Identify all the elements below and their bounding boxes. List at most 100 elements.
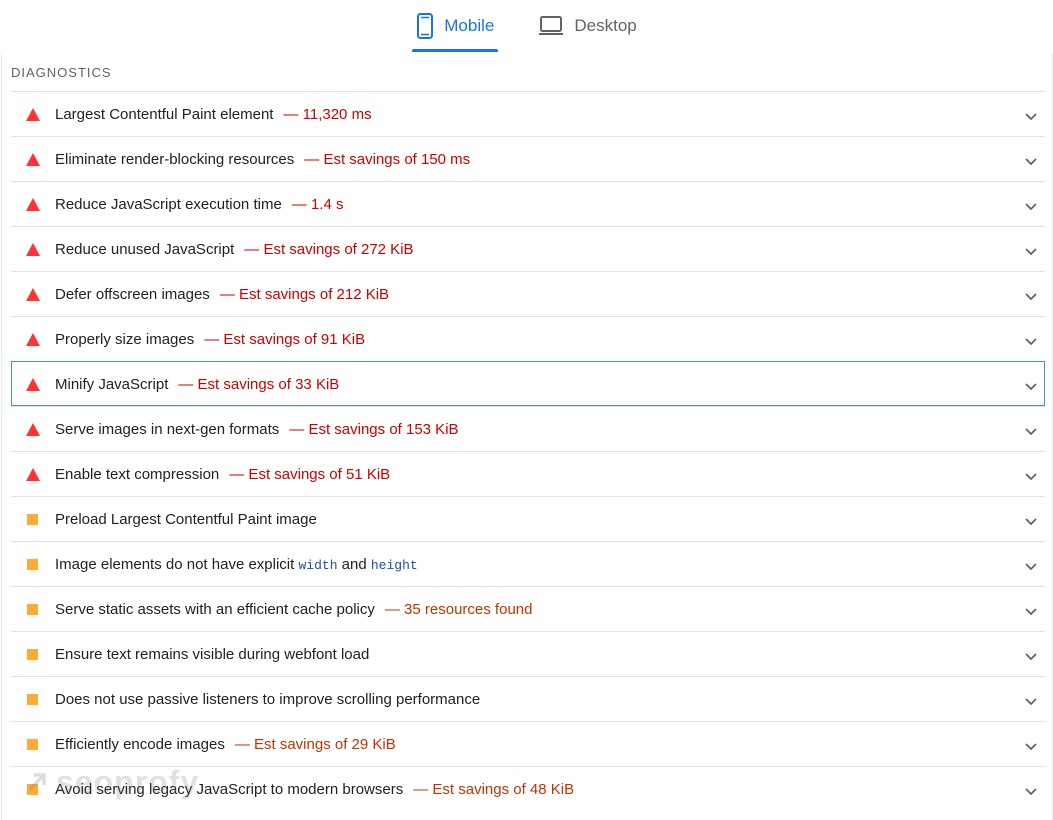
audit-status — [11, 648, 55, 660]
audit-title-text: Image elements do not have explicit — [55, 555, 299, 573]
audit-row[interactable]: Reduce JavaScript execution time — 1.4 s — [11, 181, 1045, 226]
audit-display-value: — Est savings of 272 KiB — [244, 240, 414, 258]
audit-title: Largest Contentful Paint element — [55, 105, 274, 123]
audit-row[interactable]: Does not use passive listeners to improv… — [11, 676, 1045, 721]
chevron-down-icon[interactable] — [1025, 693, 1037, 711]
laptop-icon — [538, 15, 564, 37]
code-token: width — [298, 557, 338, 573]
fail-triangle-icon — [26, 197, 40, 211]
chevron-down-icon[interactable] — [1025, 783, 1037, 801]
chevron-down-icon[interactable] — [1025, 513, 1037, 531]
arrow-icon — [26, 764, 50, 801]
average-square-icon — [26, 693, 38, 705]
audit-row[interactable]: Defer offscreen images — Est savings of 2… — [11, 271, 1045, 316]
tab-label: Desktop — [574, 16, 637, 35]
audit-status — [11, 197, 55, 211]
audit-row[interactable]: Preload Largest Contentful Paint image — [11, 496, 1045, 541]
audit-title: Does not use passive listeners to improv… — [55, 690, 481, 708]
chevron-down-icon[interactable] — [1025, 333, 1037, 351]
chevron-down-icon[interactable] — [1025, 198, 1037, 216]
chevron-down-icon[interactable] — [1025, 108, 1037, 126]
audit-status — [11, 152, 55, 166]
audit-status — [11, 377, 55, 391]
fail-triangle-icon — [26, 377, 40, 391]
audit-row[interactable]: Efficiently encode images — Est savings o… — [11, 721, 1045, 766]
audit-display-value: — Est savings of 48 KiB — [413, 780, 575, 798]
audit-display-value: — Est savings of 33 KiB — [178, 375, 340, 393]
audit-status — [11, 422, 55, 436]
fail-triangle-icon — [26, 107, 40, 121]
audit-status — [11, 287, 55, 301]
audit-status — [11, 467, 55, 481]
fail-triangle-icon — [26, 332, 40, 346]
chevron-down-icon[interactable] — [1025, 468, 1037, 486]
audit-display-value: — Est savings of 212 KiB — [219, 285, 390, 303]
fail-triangle-icon — [26, 242, 40, 256]
audit-list: Largest Contentful Paint element — 11,320… — [11, 91, 1045, 811]
chevron-down-icon[interactable] — [1025, 378, 1037, 396]
fail-triangle-icon — [26, 152, 40, 166]
audit-row[interactable]: Image elements do not have explicit widt… — [11, 541, 1045, 586]
fail-triangle-icon — [26, 467, 40, 481]
fail-triangle-icon — [26, 422, 40, 436]
audit-title: Serve static assets with an efficient ca… — [55, 600, 375, 618]
audit-display-value: — Est savings of 153 KiB — [289, 420, 459, 438]
tab-desktop[interactable]: Desktop — [534, 0, 640, 52]
average-square-icon — [26, 603, 38, 615]
audit-title: Image elements do not have explicit widt… — [55, 556, 418, 573]
code-token: height — [370, 557, 418, 573]
audit-title: Enable text compression — [55, 465, 220, 483]
audit-title: Properly size images — [55, 330, 195, 348]
audit-row[interactable]: Minify JavaScript — Est savings of 33 KiB — [11, 361, 1045, 406]
mobile-icon — [416, 13, 434, 39]
audit-row[interactable]: Largest Contentful Paint element — 11,320… — [11, 91, 1045, 136]
audit-title: Reduce JavaScript execution time — [55, 195, 282, 213]
average-square-icon — [26, 738, 38, 750]
audit-display-value: — 35 resources found — [384, 600, 533, 618]
audit-status — [11, 107, 55, 121]
chevron-down-icon[interactable] — [1025, 558, 1037, 576]
audit-title: Preload Largest Contentful Paint image — [55, 510, 317, 528]
chevron-down-icon[interactable] — [1025, 603, 1037, 621]
diagnostics-panel: DIAGNOSTICS Largest Contentful Paint ele… — [1, 54, 1053, 820]
audit-display-value: — 1.4 s — [291, 195, 344, 213]
audit-title: Eliminate render-blocking resources — [55, 150, 295, 168]
audit-row[interactable]: Serve images in next-gen formats — Est sa… — [11, 406, 1045, 451]
audit-row[interactable]: Eliminate render-blocking resources — Est… — [11, 136, 1045, 181]
watermark-text: seoprofy — [56, 764, 200, 800]
audit-display-value: — 11,320 ms — [283, 105, 372, 123]
audit-title: Defer offscreen images — [55, 285, 210, 303]
tab-label: Mobile — [444, 16, 495, 35]
audit-status — [11, 242, 55, 256]
audit-row[interactable]: Serve static assets with an efficient ca… — [11, 586, 1045, 631]
audit-display-value: — Est savings of 51 KiB — [229, 465, 391, 483]
device-tabs: Mobile Desktop — [0, 0, 1053, 54]
audit-status — [11, 558, 55, 570]
audit-status — [11, 603, 55, 615]
section-title: DIAGNOSTICS — [11, 65, 112, 80]
chevron-down-icon[interactable] — [1025, 243, 1037, 261]
average-square-icon — [26, 558, 38, 570]
average-square-icon — [26, 648, 38, 660]
audit-status — [11, 332, 55, 346]
audit-row[interactable]: Reduce unused JavaScript — Est savings of… — [11, 226, 1045, 271]
audit-row[interactable]: Properly size images — Est savings of 91 … — [11, 316, 1045, 361]
tab-mobile[interactable]: Mobile — [412, 0, 499, 52]
watermark: seoprofy — [26, 764, 199, 801]
fail-triangle-icon — [26, 287, 40, 301]
audit-status — [11, 738, 55, 750]
chevron-down-icon[interactable] — [1025, 423, 1037, 441]
audit-title: Efficiently encode images — [55, 735, 225, 753]
audit-title: Reduce unused JavaScript — [55, 240, 235, 258]
chevron-down-icon[interactable] — [1025, 648, 1037, 666]
audit-row[interactable]: Ensure text remains visible during webfo… — [11, 631, 1045, 676]
audit-status — [11, 513, 55, 525]
chevron-down-icon[interactable] — [1025, 738, 1037, 756]
average-square-icon — [26, 513, 38, 525]
audit-status — [11, 693, 55, 705]
audit-title: Minify JavaScript — [55, 375, 169, 393]
audit-display-value: — Est savings of 91 KiB — [204, 330, 366, 348]
chevron-down-icon[interactable] — [1025, 288, 1037, 306]
chevron-down-icon[interactable] — [1025, 153, 1037, 171]
audit-row[interactable]: Enable text compression — Est savings of … — [11, 451, 1045, 496]
